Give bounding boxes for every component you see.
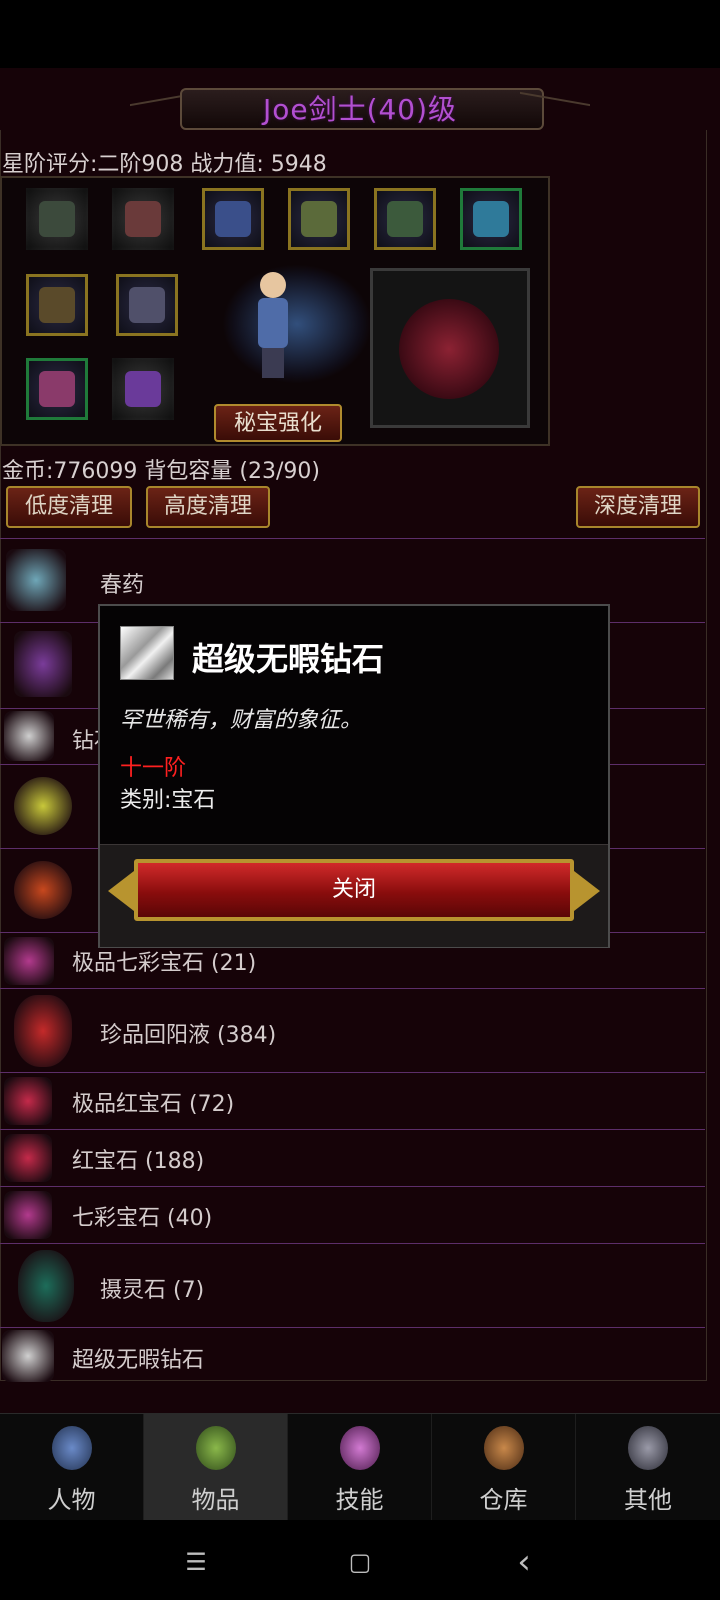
sword-icon xyxy=(129,287,165,323)
warehouse-icon xyxy=(484,1426,524,1470)
spear-icon xyxy=(39,287,75,323)
list-item[interactable]: 极品红宝石 (72) xyxy=(0,1072,705,1129)
equip-slot-spear[interactable] xyxy=(26,274,88,336)
equip-slot-sword[interactable] xyxy=(116,274,178,336)
red-potion-icon xyxy=(14,995,72,1067)
helmet-icon xyxy=(39,201,75,237)
equip-slot-boots[interactable] xyxy=(374,188,436,250)
potion-icon xyxy=(6,549,66,611)
menu-icon[interactable]: ☰ xyxy=(176,1544,216,1580)
equip-slot-belt[interactable] xyxy=(288,188,350,250)
herb-icon xyxy=(14,631,72,697)
item-label: 极品红宝石 (72) xyxy=(72,1092,235,1117)
character-legs xyxy=(262,348,284,378)
tab-label: 仓库 xyxy=(479,1486,528,1514)
item-label: 超级无暇钻石 xyxy=(72,1348,205,1373)
equip-slot-crown[interactable] xyxy=(112,358,174,420)
back-icon[interactable]: ‹ xyxy=(504,1544,544,1580)
ring-icon xyxy=(39,371,75,407)
boots-icon xyxy=(387,201,423,237)
rainbow-gem-icon xyxy=(4,1191,52,1239)
cloak-icon xyxy=(215,201,251,237)
close-button-right-tip xyxy=(574,871,600,911)
close-button-left-tip xyxy=(108,871,134,911)
other-icon xyxy=(628,1426,668,1470)
tiger-mount-icon xyxy=(399,299,499,399)
close-label: 关闭 xyxy=(331,877,376,902)
home-icon[interactable]: ▢ xyxy=(340,1544,380,1580)
tab-label: 人物 xyxy=(47,1486,96,1514)
list-item[interactable]: 七彩宝石 (40) xyxy=(0,1186,705,1243)
item-label: 珍品回阳液 (384) xyxy=(100,1023,277,1048)
soul-stone-icon xyxy=(18,1250,74,1322)
list-item[interactable]: 珍品回阳液 (384) xyxy=(0,988,705,1072)
tab-label: 其他 xyxy=(624,1486,672,1514)
close-button[interactable]: 关闭 xyxy=(108,859,600,921)
character-icon xyxy=(52,1426,92,1470)
wing-aura xyxy=(222,264,372,384)
secret-enhance-button[interactable]: 秘宝强化 xyxy=(214,404,342,442)
belt-icon xyxy=(301,201,337,237)
dialog-category: 类别:宝石 xyxy=(120,788,216,813)
character-head xyxy=(260,272,286,298)
flawless-diamond-icon xyxy=(2,1330,54,1382)
tab-character[interactable]: 人物 xyxy=(0,1414,144,1521)
pet-icon xyxy=(473,201,509,237)
equip-slot-cloak[interactable] xyxy=(202,188,264,250)
deep-clean-button[interactable]: 深度清理 xyxy=(576,486,700,528)
mount-slot[interactable] xyxy=(370,268,530,428)
character-model xyxy=(222,264,372,394)
low-clean-button[interactable]: 低度清理 xyxy=(6,486,132,528)
equip-slot-helmet[interactable] xyxy=(26,188,88,250)
dialog-description: 罕世稀有，财富的象征。 xyxy=(120,708,363,733)
item-label: 七彩宝石 (40) xyxy=(72,1206,213,1231)
list-item[interactable]: 摄灵石 (7) xyxy=(0,1243,705,1327)
armor-icon xyxy=(125,201,161,237)
tab-label: 物品 xyxy=(191,1486,240,1514)
ruby-icon xyxy=(4,1134,52,1182)
tab-other[interactable]: 其他 xyxy=(576,1414,720,1521)
system-nav-bar: ☰ ▢ ‹ xyxy=(0,1520,720,1600)
tab-items[interactable]: 物品 xyxy=(144,1414,288,1521)
list-item[interactable]: 红宝石 (188) xyxy=(0,1129,705,1186)
bottom-tab-bar: 人物 物品 技能 仓库 其他 xyxy=(0,1413,720,1521)
yellow-orb-icon xyxy=(14,777,72,835)
equip-slot-pet[interactable] xyxy=(460,188,522,250)
item-label: 极品七彩宝石 (21) xyxy=(72,951,257,976)
character-body xyxy=(258,298,288,348)
dialog-title: 超级无暇钻石 xyxy=(192,640,385,678)
dialog-footer: 关闭 xyxy=(100,844,608,947)
dialog-tier: 十一阶 xyxy=(120,756,187,781)
rainbow-gem-icon xyxy=(4,937,54,985)
character-title: Joe剑士(40)级 xyxy=(262,93,458,126)
flawless-diamond-icon xyxy=(120,626,174,680)
items-icon xyxy=(196,1426,236,1470)
skills-icon xyxy=(340,1426,380,1470)
equip-slot-armor[interactable] xyxy=(112,188,174,250)
screen: Joe剑士(40)级 星阶评分:二阶908 战力值: 5948 秘宝强化 金币:… xyxy=(0,0,720,1600)
equip-slot-ring[interactable] xyxy=(26,358,88,420)
title-banner: Joe剑士(40)级 xyxy=(120,80,600,132)
item-label: 春药 xyxy=(100,573,145,598)
equipment-panel: 秘宝强化 xyxy=(0,176,550,446)
item-label: 红宝石 (188) xyxy=(72,1149,205,1174)
diamond-icon xyxy=(4,711,54,761)
tab-label: 技能 xyxy=(335,1486,384,1514)
stats-text: 星阶评分:二阶908 战力值: 5948 xyxy=(2,152,327,177)
tab-skills[interactable]: 技能 xyxy=(288,1414,432,1521)
list-item[interactable]: 超级无暇钻石 xyxy=(0,1327,705,1385)
tab-warehouse[interactable]: 仓库 xyxy=(432,1414,576,1521)
item-label: 摄灵石 (7) xyxy=(100,1278,205,1303)
crown-icon xyxy=(125,371,161,407)
gold-capacity-text: 金币:776099 背包容量 (23/90) xyxy=(2,459,320,484)
fire-orb-icon xyxy=(14,861,72,919)
item-detail-dialog: 超级无暇钻石 罕世稀有，财富的象征。 十一阶 类别:宝石 关闭 xyxy=(98,604,610,948)
high-clean-button[interactable]: 高度清理 xyxy=(146,486,270,528)
ruby-icon xyxy=(4,1077,52,1125)
